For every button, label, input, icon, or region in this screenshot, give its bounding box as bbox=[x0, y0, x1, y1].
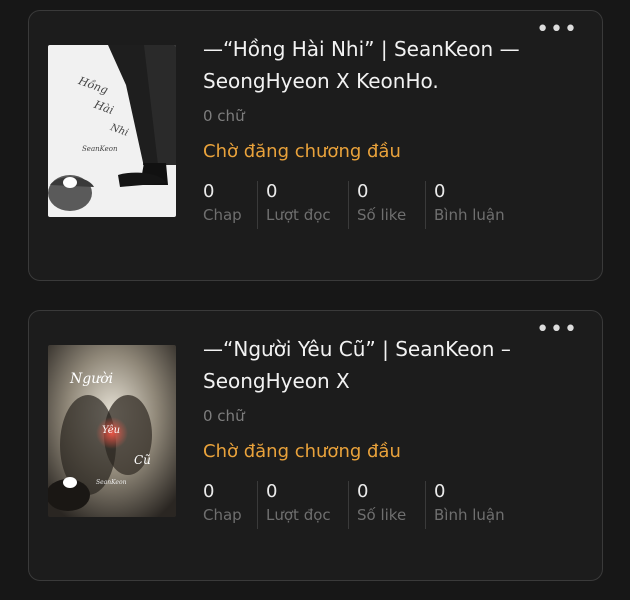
stat-label: Bình luận bbox=[434, 206, 505, 224]
story-card[interactable]: Người Yêu Cũ SeanKeon ••• —“Người Yêu Cũ… bbox=[28, 310, 603, 581]
stat-label: Lượt đọc bbox=[266, 206, 331, 224]
cover-author: SeanKeon bbox=[96, 479, 127, 486]
stat-value: 0 bbox=[434, 481, 446, 502]
story-title[interactable]: —“Hồng Hài Nhi” | SeanKeon — SeongHyeon … bbox=[203, 33, 543, 97]
cover-title-line: Cũ bbox=[134, 453, 151, 467]
stat-likes: 0 Số like bbox=[348, 181, 425, 229]
stat-chap: 0 Chap bbox=[203, 481, 257, 529]
cover-author: SeanKeon bbox=[82, 145, 118, 153]
stat-chap: 0 Chap bbox=[203, 181, 257, 229]
story-stats: 0 Chap 0 Lượt đọc 0 Số like 0 Bình luận bbox=[203, 481, 524, 529]
stat-label: Lượt đọc bbox=[266, 506, 331, 524]
status-text: Chờ đăng chương đầu bbox=[203, 441, 401, 462]
word-count: 0 chữ bbox=[203, 407, 245, 425]
stat-label: Bình luận bbox=[434, 506, 505, 524]
stat-value: 0 bbox=[434, 181, 446, 202]
story-card[interactable]: Hồng Hài Nhi SeanKeon ••• —“Hồng Hài Nhi… bbox=[28, 10, 603, 281]
chat-bubble-icon bbox=[63, 177, 77, 188]
stat-comments: 0 Bình luận bbox=[425, 481, 524, 529]
cover-title-line: Người bbox=[70, 371, 114, 387]
word-count: 0 chữ bbox=[203, 107, 245, 125]
stat-likes: 0 Số like bbox=[348, 481, 425, 529]
cover-title-line: Yêu bbox=[102, 425, 121, 436]
stat-value: 0 bbox=[357, 181, 369, 202]
chat-bubble-icon bbox=[63, 477, 77, 488]
story-stats: 0 Chap 0 Lượt đọc 0 Số like 0 Bình luận bbox=[203, 181, 524, 229]
story-title[interactable]: —“Người Yêu Cũ” | SeanKeon – SeongHyeon … bbox=[203, 333, 543, 397]
status-text: Chờ đăng chương đầu bbox=[203, 141, 401, 162]
stat-comments: 0 Bình luận bbox=[425, 181, 524, 229]
stat-label: Số like bbox=[357, 506, 407, 524]
stat-value: 0 bbox=[203, 181, 215, 202]
story-cover-image[interactable]: Hồng Hài Nhi SeanKeon bbox=[48, 45, 176, 217]
stat-value: 0 bbox=[203, 481, 215, 502]
stat-value: 0 bbox=[357, 481, 369, 502]
stat-label: Số like bbox=[357, 206, 407, 224]
stat-value: 0 bbox=[266, 181, 278, 202]
stat-label: Chap bbox=[203, 506, 242, 524]
story-cover-image[interactable]: Người Yêu Cũ SeanKeon bbox=[48, 345, 176, 517]
stat-reads: 0 Lượt đọc bbox=[257, 181, 348, 229]
stat-label: Chap bbox=[203, 206, 242, 224]
stat-value: 0 bbox=[266, 481, 278, 502]
stat-reads: 0 Lượt đọc bbox=[257, 481, 348, 529]
